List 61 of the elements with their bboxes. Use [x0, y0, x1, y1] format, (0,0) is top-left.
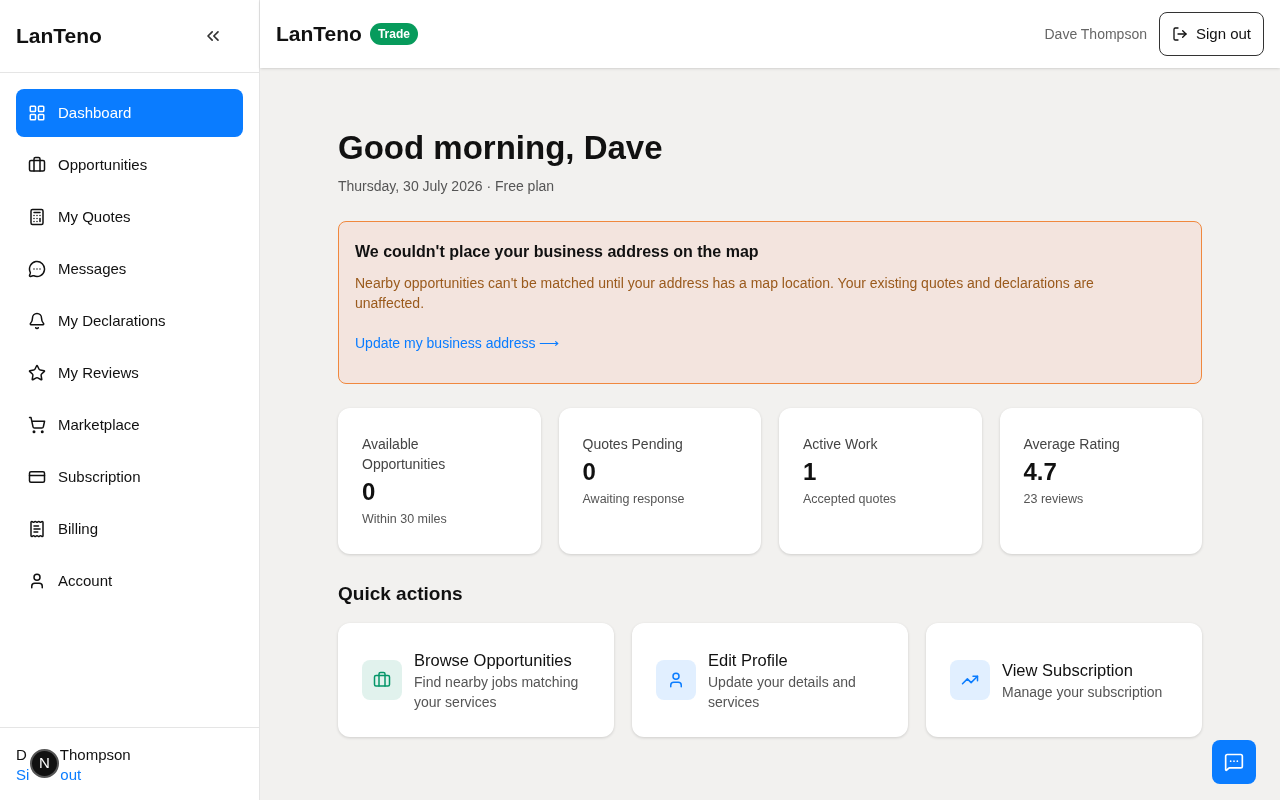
- plan-tag: Trade: [369, 23, 418, 45]
- sign-out-button[interactable]: Sign out: [1158, 12, 1264, 56]
- nav-item[interactable]: Account: [16, 557, 243, 605]
- action-text: Manage your subscription: [1002, 682, 1163, 702]
- receipt-icon: [28, 520, 46, 538]
- quick-action-card[interactable]: Edit Profile Update your details and services: [632, 622, 908, 737]
- nav-item[interactable]: Subscription: [16, 453, 243, 501]
- action-title: View Subscription: [1002, 659, 1134, 681]
- briefcase-icon: [28, 156, 46, 174]
- user-name: Dave Thompson: [1044, 24, 1147, 44]
- nav-item[interactable]: My Quotes: [16, 193, 243, 241]
- card-icon: [28, 468, 46, 486]
- brand-name: LanTeno: [276, 21, 362, 48]
- nav-item[interactable]: Marketplace: [16, 401, 243, 449]
- user-name-start: D: [16, 745, 27, 765]
- alert-title: We couldn't place your business address on the map: [355, 242, 760, 262]
- greeting-title: Good morning, Dave: [338, 128, 664, 168]
- star-icon: [28, 364, 46, 382]
- user-icon: [667, 670, 685, 689]
- nav-item[interactable]: Opportunities: [16, 141, 243, 189]
- stat-note: Accepted quotes: [803, 491, 898, 508]
- quick-action-card[interactable]: View Subscription Manage your subscription: [926, 622, 1202, 737]
- bell-icon: [28, 312, 46, 330]
- sign-out-icon: [1171, 26, 1188, 42]
- briefcase-icon: [373, 670, 391, 689]
- action-text: Update your details and services: [708, 672, 857, 712]
- calculator-icon: [28, 208, 46, 226]
- action-title: Edit Profile: [708, 649, 789, 671]
- stat-note: 23 reviews: [1023, 491, 1085, 508]
- action-title: Browse Opportunities: [414, 649, 573, 671]
- action-text: Find nearby jobs matching your services: [414, 672, 580, 712]
- chat-bubble-icon: [28, 260, 46, 278]
- alert-text: Nearby opportunities can't be matched until your address has a map location. Your existing quotes and declarations are unaffected.: [355, 274, 1095, 313]
- stat-value: 0: [362, 478, 377, 506]
- nav-item[interactable]: Messages: [16, 245, 243, 293]
- stat-value: 4.7: [1023, 458, 1058, 486]
- sign-out-link-start[interactable]: Si: [16, 765, 30, 785]
- sign-out-link-end[interactable]: out: [60, 765, 82, 785]
- stat-label: Average Rating: [1023, 435, 1121, 454]
- stat-label: Available Opportunities: [362, 435, 447, 474]
- greeting-subtitle: Thursday, 30 July 2026 · Free plan: [338, 177, 556, 196]
- user-name-end: Thompson: [59, 745, 131, 765]
- stat-note: Awaiting response: [582, 491, 686, 508]
- nav-item[interactable]: My Reviews: [16, 349, 243, 397]
- dev-badge[interactable]: N: [30, 749, 59, 778]
- stat-value: 0: [582, 458, 597, 486]
- stat-label: Quotes Pending: [582, 435, 684, 454]
- quick-action-card[interactable]: Browse Opportunities Find nearby jobs matching your services: [338, 622, 614, 737]
- nav-item[interactable]: Dashboard: [16, 89, 243, 137]
- chat-icon: [1224, 752, 1244, 772]
- section-title: Quick actions: [338, 582, 464, 606]
- nav-item[interactable]: My Declarations: [16, 297, 243, 345]
- chat-button[interactable]: [1212, 740, 1256, 784]
- cart-icon: [28, 416, 46, 434]
- grid-icon: [28, 104, 46, 122]
- stat-label: Active Work: [803, 435, 879, 454]
- stat-note: Within 30 miles: [362, 511, 448, 528]
- nav-item[interactable]: Billing: [16, 505, 243, 553]
- sidebar-logo: LanTeno: [16, 23, 102, 50]
- user-icon: [28, 572, 46, 590]
- stat-value: 1: [803, 458, 818, 486]
